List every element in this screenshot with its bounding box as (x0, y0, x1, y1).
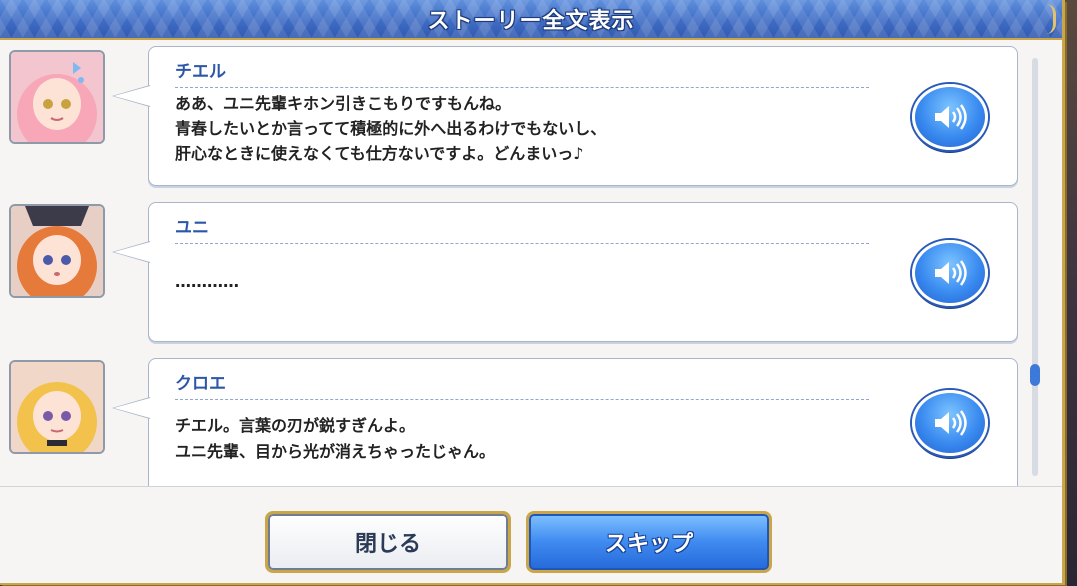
scrollbar-track[interactable] (1032, 58, 1038, 476)
dialogue-line: ………… (175, 272, 239, 291)
bubble-tail (112, 397, 150, 419)
log-entry: クロエ チエル。言葉の刃が鋭すぎんよ。 ユニ先輩、目から光が消えちゃったじゃん。 (0, 352, 1030, 487)
skip-button[interactable]: スキップ (526, 511, 772, 573)
scrollbar-thumb[interactable] (1030, 364, 1040, 386)
corner-ornament-icon (1039, 4, 1056, 34)
dialogue-line: ああ、ユニ先輩キホン引きこもりですもんね。 (175, 94, 512, 113)
story-log-panel: ストーリー全文表示 チエル ああ、ユニ先輩キホン引きこもりですもんね。 青春した… (0, 0, 1065, 585)
dialogue-bubble: ユニ ………… (112, 202, 1018, 342)
speaker-sound-icon (935, 410, 967, 436)
log-entry: ユニ ………… (0, 196, 1030, 346)
dialogue-bubble: クロエ チエル。言葉の刃が鋭すぎんよ。 ユニ先輩、目から光が消えちゃったじゃん。 (112, 358, 1018, 487)
character-portrait-kuroe (9, 360, 105, 454)
dialogue-line: ユニ先輩、目から光が消えちゃったじゃん。 (175, 442, 496, 461)
bubble-tail (112, 85, 150, 107)
close-button[interactable]: 閉じる (265, 511, 511, 573)
speaker-name: チエル (175, 57, 869, 88)
dialogue-bubble: チエル ああ、ユニ先輩キホン引きこもりですもんね。 青春したいとか言ってて積極的… (112, 46, 1018, 186)
speaker-name: ユニ (175, 213, 869, 244)
panel-header: ストーリー全文表示 (0, 0, 1062, 40)
speaker-name: クロエ (175, 369, 869, 400)
speaker-sound-icon (935, 104, 967, 130)
speaker-sound-icon (935, 260, 967, 286)
dialogue-line: 青春したいとか言ってて積極的に外へ出るわけでもないし、 (175, 119, 607, 138)
panel-title: ストーリー全文表示 (427, 9, 635, 34)
voice-play-button[interactable] (912, 84, 988, 150)
log-entry: チエル ああ、ユニ先輩キホン引きこもりですもんね。 青春したいとか言ってて積極的… (0, 38, 1030, 188)
dialogue-line: 肝心なときに使えなくても仕方ないですよ。どんまいっ♪ (175, 144, 584, 163)
bubble-tail (112, 241, 150, 263)
voice-play-button[interactable] (912, 240, 988, 306)
character-portrait-yuni (9, 204, 105, 298)
dialogue-line: チエル。言葉の刃が鋭すぎんよ。 (175, 416, 416, 435)
character-portrait-chieru (9, 50, 105, 144)
voice-play-button[interactable] (912, 390, 988, 456)
